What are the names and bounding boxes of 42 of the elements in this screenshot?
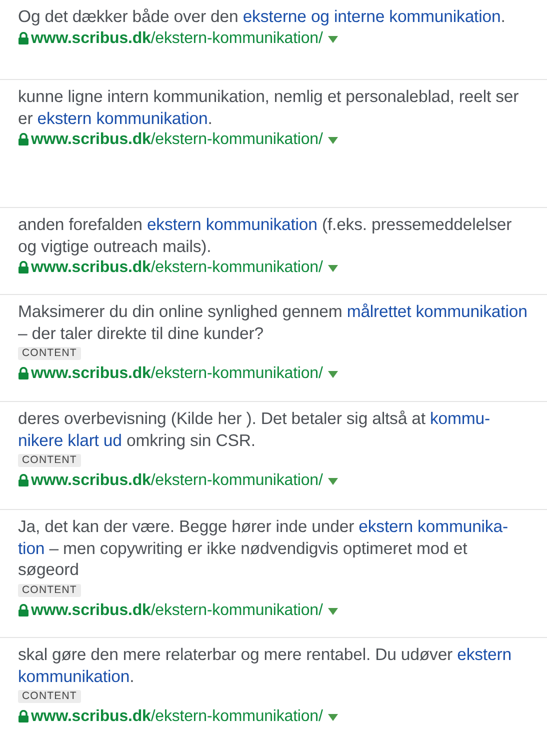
- caret-icon[interactable]: [328, 265, 338, 273]
- result-snippet: deres overbevisning (Kilde her ). Det betaler sig altså at kommu- nikere klart ud omkring sin CSR.: [18, 408, 491, 451]
- caret-icon[interactable]: [328, 371, 338, 379]
- caret-icon[interactable]: [328, 478, 338, 486]
- caret-icon[interactable]: [328, 36, 338, 44]
- result-url[interactable]: www.scribus.dk/ekstern-kommunikation/: [31, 470, 323, 491]
- caret-icon[interactable]: [328, 608, 338, 616]
- lock-icon: [18, 133, 29, 146]
- result-snippet: kunne ligne intern kommunikation, nemlig et personaleblad, reelt ser er ekstern kommunikation.: [18, 86, 520, 129]
- result-url[interactable]: www.scribus.dk/ekstern-kommunikation/: [31, 363, 323, 384]
- snippet-link[interactable]: ekstern kommunika-: [358, 517, 508, 536]
- snippet-link[interactable]: kommunikation: [18, 666, 130, 686]
- caret-icon[interactable]: [328, 137, 338, 145]
- result-url[interactable]: www.scribus.dk/ekstern-kommunikation/: [31, 129, 323, 150]
- snippet-link[interactable]: kommu-: [430, 409, 490, 428]
- snippet-link[interactable]: ekstern: [457, 645, 512, 664]
- result-url[interactable]: www.scribus.dk/ekstern-kommunikation/: [31, 257, 323, 278]
- snippet-link[interactable]: målrettet kommunikation: [346, 302, 528, 321]
- snippet-link[interactable]: eksterne og interne kommunikation: [242, 7, 501, 26]
- lock-icon: [18, 261, 29, 274]
- lock-icon: [18, 32, 29, 44]
- result-snippet: Maksimerer du din online synlighed gennem målrettet kommunikation – der taler direkte til dine kunder?: [18, 301, 528, 344]
- result-url[interactable]: www.scribus.dk/ekstern-kommunikation/: [31, 600, 323, 620]
- snippet-link[interactable]: ekstern kommunikation: [146, 215, 318, 234]
- result-url[interactable]: www.scribus.dk/ekstern-kommunikation/: [31, 28, 323, 48]
- content-tag: CONTENT: [18, 584, 81, 596]
- result-snippet: anden forefalden ekstern kommunikation (f.eks. pressemeddelelser og vigtige outreach mails).: [18, 214, 513, 257]
- lock-icon: [18, 710, 29, 723]
- content-tag: CONTENT: [18, 454, 81, 467]
- snippet-link[interactable]: tion: [18, 538, 45, 558]
- lock-icon: [18, 604, 29, 616]
- content-tag: CONTENT: [18, 347, 81, 360]
- snippet-link[interactable]: nikere klart ud: [18, 430, 122, 450]
- lock-icon: [18, 474, 29, 487]
- result-url[interactable]: www.scribus.dk/ekstern-kommunikation/: [31, 706, 323, 727]
- result-snippet: skal gøre den mere relaterbar og mere rentabel. Du udøver ekstern kommunikation.: [18, 644, 512, 687]
- caret-icon[interactable]: [328, 714, 338, 722]
- lock-icon: [18, 367, 29, 380]
- snippet-link[interactable]: ekstern kommunikation: [37, 108, 208, 128]
- result-snippet: Ja, det kan der være. Begge hører inde under ekstern kommunika- tion – men copywriting er ikke nødvendigvis optimeret mod et søgeord: [18, 516, 509, 580]
- content-tag: CONTENT: [18, 690, 81, 703]
- result-snippet: Og det dækker både over den eksterne og interne kommunikation.: [18, 6, 506, 28]
